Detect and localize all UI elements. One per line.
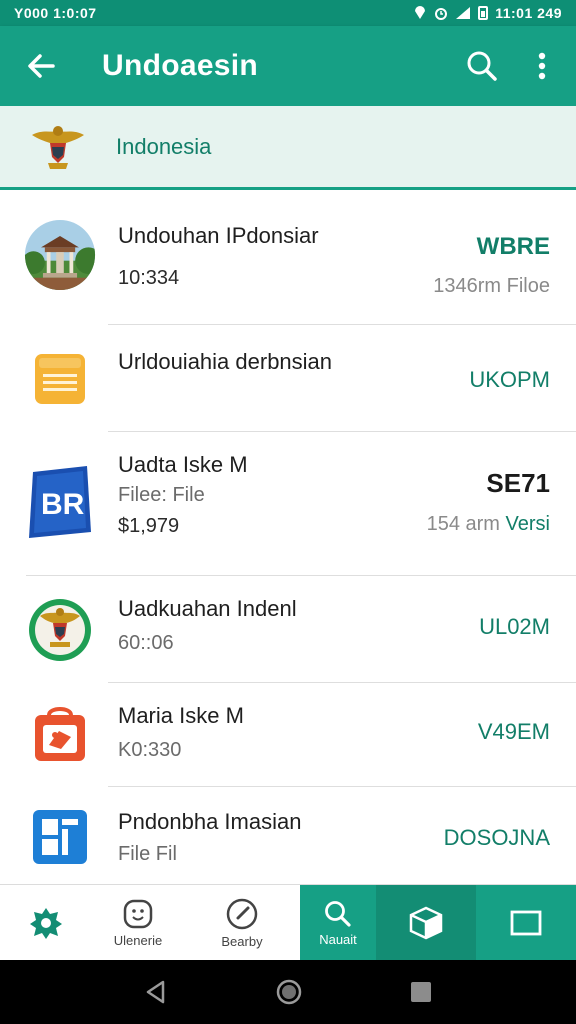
item-right-sub: 1346rm Filoe bbox=[433, 275, 550, 297]
country-banner[interactable]: Indonesia bbox=[0, 106, 576, 190]
item-subtitle: 10:334 bbox=[118, 267, 180, 289]
nav-cube[interactable] bbox=[376, 885, 476, 961]
item-right-tag: V49EM bbox=[477, 719, 550, 744]
shopping-bag-icon bbox=[24, 697, 96, 769]
status-bar: Y000 1:0:07 11:01 249 bbox=[0, 0, 576, 26]
list-item[interactable]: Uadkuahan Indenl 60::06 UL02M bbox=[0, 576, 576, 682]
item-subtitle: K0:330 bbox=[118, 739, 182, 761]
item-subtitle: File Fil bbox=[118, 843, 177, 865]
alarm-icon bbox=[435, 8, 448, 20]
item-title: Pndonbha Imasian bbox=[118, 809, 302, 834]
smiley-icon bbox=[123, 899, 153, 929]
nav-label: Bearby bbox=[221, 934, 263, 949]
garuda-emblem-icon bbox=[0, 123, 116, 171]
item-right-sub-version: Versi bbox=[505, 513, 550, 535]
item-title: Maria Iske M bbox=[118, 703, 244, 728]
nav-home[interactable] bbox=[0, 885, 92, 961]
item-price: $1,979 bbox=[118, 515, 180, 537]
item-title: Uadta Iske M bbox=[118, 452, 248, 477]
country-name: Indonesia bbox=[116, 133, 212, 159]
search-icon bbox=[325, 901, 351, 927]
arrow-left-icon bbox=[28, 54, 55, 78]
back-button[interactable] bbox=[0, 26, 82, 106]
square-icon bbox=[510, 910, 542, 936]
item-title: Uadkuahan Indenl bbox=[118, 596, 297, 621]
item-title: Urldouiahia derbnsian bbox=[118, 349, 333, 374]
status-left-text: Y000 1:0:07 bbox=[14, 5, 97, 21]
search-button[interactable] bbox=[452, 26, 512, 106]
document-icon bbox=[24, 343, 96, 415]
item-title: Undouhan IPdonsiar bbox=[118, 223, 319, 248]
list-item[interactable]: Urldouiahia derbnsian UKOPM bbox=[0, 325, 576, 431]
location-icon bbox=[415, 6, 426, 19]
cube-icon bbox=[409, 906, 443, 940]
list-item[interactable]: Undouhan IPdonsiar 10:334 WBRE 1346rm Fi… bbox=[0, 193, 576, 324]
nav-ulenerie[interactable]: Ulenerie bbox=[92, 885, 184, 961]
home-circle-icon[interactable] bbox=[275, 978, 303, 1006]
item-right-tag: UKOPM bbox=[469, 367, 550, 392]
item-right-sub: 154 arm Versi bbox=[427, 513, 550, 536]
back-triangle-icon[interactable] bbox=[143, 979, 169, 1005]
item-right-tag: SE71 bbox=[486, 468, 550, 498]
grid-app-icon bbox=[24, 801, 96, 873]
list-item[interactable]: Maria Iske M K0:330 V49EM bbox=[0, 683, 576, 786]
item-right-tag: DOSOJNA bbox=[443, 825, 550, 850]
pavilion-photo-icon bbox=[24, 219, 96, 291]
status-icons: 11:01 249 bbox=[413, 5, 562, 21]
search-icon bbox=[467, 51, 497, 81]
compass-icon bbox=[226, 898, 258, 930]
signal-icon bbox=[456, 7, 471, 19]
status-time: 11:01 249 bbox=[495, 5, 562, 21]
list-item[interactable]: Pndonbha Imasian File Fil DOSOJNA bbox=[0, 787, 576, 884]
nav-label: Ulenerie bbox=[113, 933, 163, 948]
nav-square[interactable] bbox=[476, 885, 576, 961]
nav-bearby[interactable]: Bearby bbox=[184, 885, 300, 961]
garuda-emblem-icon bbox=[24, 594, 96, 666]
more-options-button[interactable] bbox=[512, 26, 572, 106]
puzzle-icon bbox=[30, 908, 62, 939]
nav-label: Nauait bbox=[319, 932, 357, 947]
br-app-icon: BR bbox=[24, 466, 96, 538]
item-subtitle: Filee: File bbox=[118, 484, 205, 506]
battery-icon bbox=[478, 6, 489, 20]
bottom-navigation: Ulenerie Bearby Nauait bbox=[0, 884, 576, 961]
item-right-tag: UL02M bbox=[479, 614, 550, 639]
app-bar: Undoaesin bbox=[0, 26, 576, 106]
item-right-tag: WBRE bbox=[476, 233, 550, 260]
more-vert-icon bbox=[538, 52, 546, 80]
nav-search[interactable]: Nauait bbox=[300, 885, 376, 961]
item-right-sub-size: 154 arm bbox=[426, 513, 500, 535]
svg-text:BR: BR bbox=[41, 488, 85, 521]
recents-square-icon[interactable] bbox=[409, 980, 433, 1004]
list-item[interactable]: BR Uadta Iske M Filee: File $1,979 SE71 … bbox=[0, 432, 576, 575]
item-subtitle: 60::06 bbox=[118, 632, 174, 654]
system-navigation bbox=[0, 960, 576, 1024]
page-title: Undoaesin bbox=[102, 49, 259, 82]
